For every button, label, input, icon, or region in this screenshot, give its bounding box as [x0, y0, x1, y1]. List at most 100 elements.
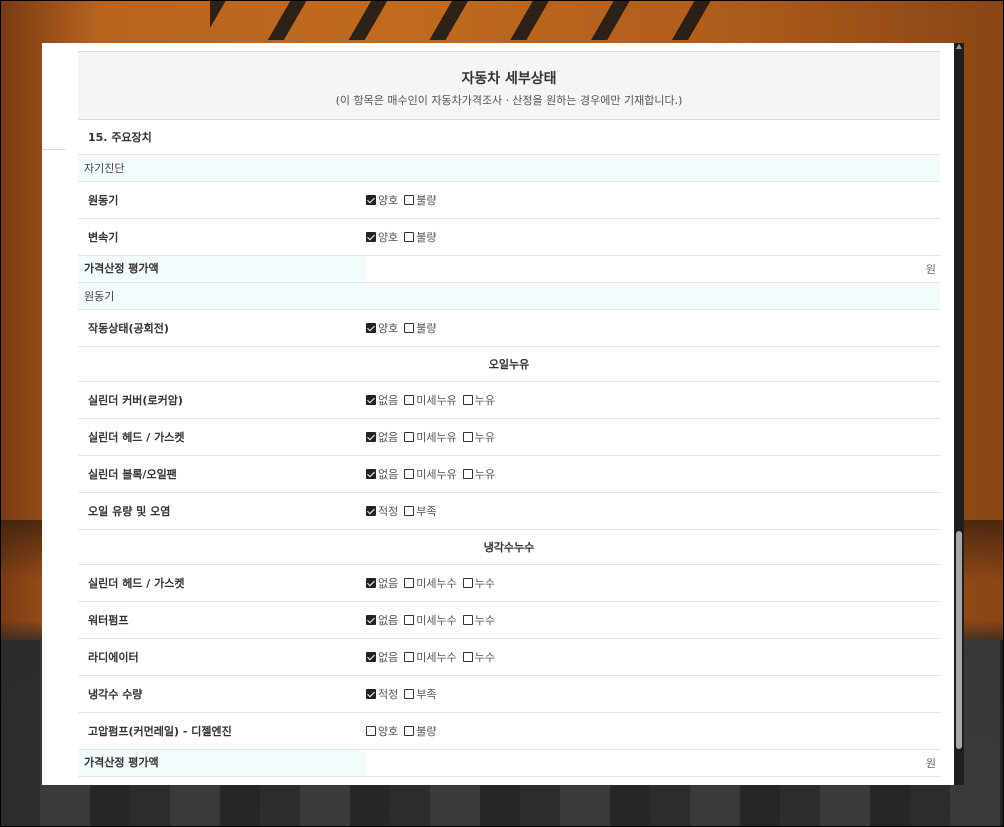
option-2[interactable]: 누수 [462, 649, 495, 665]
option-1[interactable]: 미세누유 [404, 429, 457, 445]
row-label: 실린더 헤드 / 가스켓 [88, 577, 185, 590]
option-1[interactable]: 미세누유 [404, 392, 457, 408]
checkbox-unchecked[interactable] [462, 615, 473, 625]
checkbox-unchecked[interactable] [366, 726, 376, 736]
option-1[interactable]: 불량 [404, 192, 437, 208]
group-coolant-leak: 냉각수누수 [78, 530, 940, 565]
option-1[interactable]: 불량 [404, 723, 437, 739]
row-oil-level: 오일 유량 및 오염 적정 부족 [78, 493, 940, 530]
option-0[interactable]: 없음 [366, 392, 398, 408]
price-row-2: 가격산정 평가액 원 [78, 750, 940, 777]
checkbox-unchecked[interactable] [404, 726, 415, 736]
row-cylinder-head-oil: 실린더 헤드 / 가스켓 없음 미세누유 누유 [78, 419, 940, 456]
option-2[interactable]: 누유 [462, 429, 495, 445]
option-1[interactable]: 미세누수 [404, 612, 457, 628]
checkbox-unchecked[interactable] [404, 323, 415, 333]
option-0[interactable]: 양호 [366, 229, 398, 245]
checkbox-unchecked[interactable] [404, 615, 415, 625]
option-0[interactable]: 없음 [366, 649, 398, 665]
checkbox-unchecked[interactable] [404, 506, 415, 516]
checkbox-checked[interactable] [366, 652, 376, 662]
price-unit: 원 [925, 263, 936, 276]
checkbox-unchecked[interactable] [404, 578, 415, 588]
modal-scrollbar[interactable] [954, 43, 964, 785]
option-0[interactable]: 없음 [366, 466, 398, 482]
option-0[interactable]: 적정 [366, 503, 398, 519]
option-1[interactable]: 미세누수 [404, 575, 457, 591]
checkbox-checked[interactable] [366, 615, 376, 625]
option-label: 미세누유 [416, 468, 457, 481]
checkbox-unchecked[interactable] [462, 432, 473, 442]
scroll-up-arrow-icon[interactable] [956, 44, 962, 49]
checkbox-checked[interactable] [366, 432, 376, 442]
option-0[interactable]: 양호 [366, 723, 398, 739]
option-0[interactable]: 없음 [366, 429, 398, 445]
option-1[interactable]: 불량 [404, 320, 437, 336]
option-group: 양호 불량 [366, 320, 443, 336]
row-label: 변속기 [88, 231, 119, 244]
checkbox-unchecked[interactable] [462, 578, 473, 588]
option-label: 양호 [378, 322, 399, 335]
checkbox-unchecked[interactable] [404, 689, 415, 699]
checkbox-checked[interactable] [366, 578, 376, 588]
option-0[interactable]: 적정 [366, 686, 398, 702]
option-label: 누유 [474, 431, 495, 444]
option-label: 누수 [474, 614, 495, 627]
row-engine: 원동기 양호 불량 [78, 182, 940, 219]
checkbox-unchecked[interactable] [404, 469, 415, 479]
option-label: 양호 [378, 194, 399, 207]
option-label: 누유 [474, 468, 495, 481]
checkbox-unchecked[interactable] [404, 652, 415, 662]
option-2[interactable]: 누수 [462, 575, 495, 591]
option-group: 양호 불량 [366, 192, 443, 208]
row-idle: 작동상태(공회전) 양호 불량 [78, 310, 940, 347]
checkbox-checked[interactable] [366, 395, 376, 405]
option-label: 부족 [416, 505, 437, 518]
option-1[interactable]: 미세누유 [404, 466, 457, 482]
option-label: 불량 [416, 194, 437, 207]
row-label: 작동상태(공회전) [88, 322, 169, 335]
option-group: 적정 부족 [366, 686, 443, 702]
option-group: 양호 불량 [366, 723, 443, 739]
row-label: 냉각수 수량 [88, 688, 143, 701]
option-label: 미세누유 [416, 394, 457, 407]
checkbox-checked[interactable] [366, 195, 376, 205]
checkbox-checked[interactable] [366, 323, 376, 333]
option-2[interactable]: 누유 [462, 392, 495, 408]
row-water-pump: 워터펌프 없음 미세누수 누수 [78, 602, 940, 639]
modal-content: 자동차 세부상태 (이 항목은 매수인이 자동차가격조사ㆍ산정을 원하는 경우에… [78, 51, 940, 777]
scrollbar-thumb[interactable] [956, 531, 962, 749]
option-label: 누유 [474, 394, 495, 407]
option-0[interactable]: 없음 [366, 575, 398, 591]
option-group: 없음 미세누유 누유 [366, 466, 501, 482]
option-group: 없음 미세누유 누유 [366, 392, 501, 408]
option-0[interactable]: 양호 [366, 320, 398, 336]
checkbox-checked[interactable] [366, 232, 376, 242]
checkbox-unchecked[interactable] [462, 395, 473, 405]
checkbox-checked[interactable] [366, 506, 376, 516]
option-1[interactable]: 부족 [404, 503, 437, 519]
option-group: 적정 부족 [366, 503, 443, 519]
price-unit: 원 [925, 757, 936, 770]
option-1[interactable]: 미세누수 [404, 649, 457, 665]
option-1[interactable]: 부족 [404, 686, 437, 702]
option-1[interactable]: 불량 [404, 229, 437, 245]
checkbox-checked[interactable] [366, 689, 376, 699]
checkbox-checked[interactable] [366, 469, 376, 479]
option-label: 미세누수 [416, 651, 457, 664]
option-0[interactable]: 없음 [366, 612, 398, 628]
checkbox-unchecked[interactable] [404, 195, 415, 205]
option-2[interactable]: 누유 [462, 466, 495, 482]
checkbox-unchecked[interactable] [462, 469, 473, 479]
checkbox-unchecked[interactable] [404, 395, 415, 405]
checkbox-unchecked[interactable] [404, 232, 415, 242]
underlying-divider [42, 149, 66, 150]
option-2[interactable]: 누수 [462, 612, 495, 628]
checkbox-unchecked[interactable] [404, 432, 415, 442]
option-label: 없음 [378, 577, 399, 590]
option-label: 양호 [378, 725, 399, 738]
row-cylinder-cover: 실린더 커버(로커암) 없음 미세누유 누유 [78, 382, 940, 419]
checkbox-unchecked[interactable] [462, 652, 473, 662]
option-0[interactable]: 양호 [366, 192, 398, 208]
row-label: 실린더 블록/오일팬 [88, 468, 177, 481]
